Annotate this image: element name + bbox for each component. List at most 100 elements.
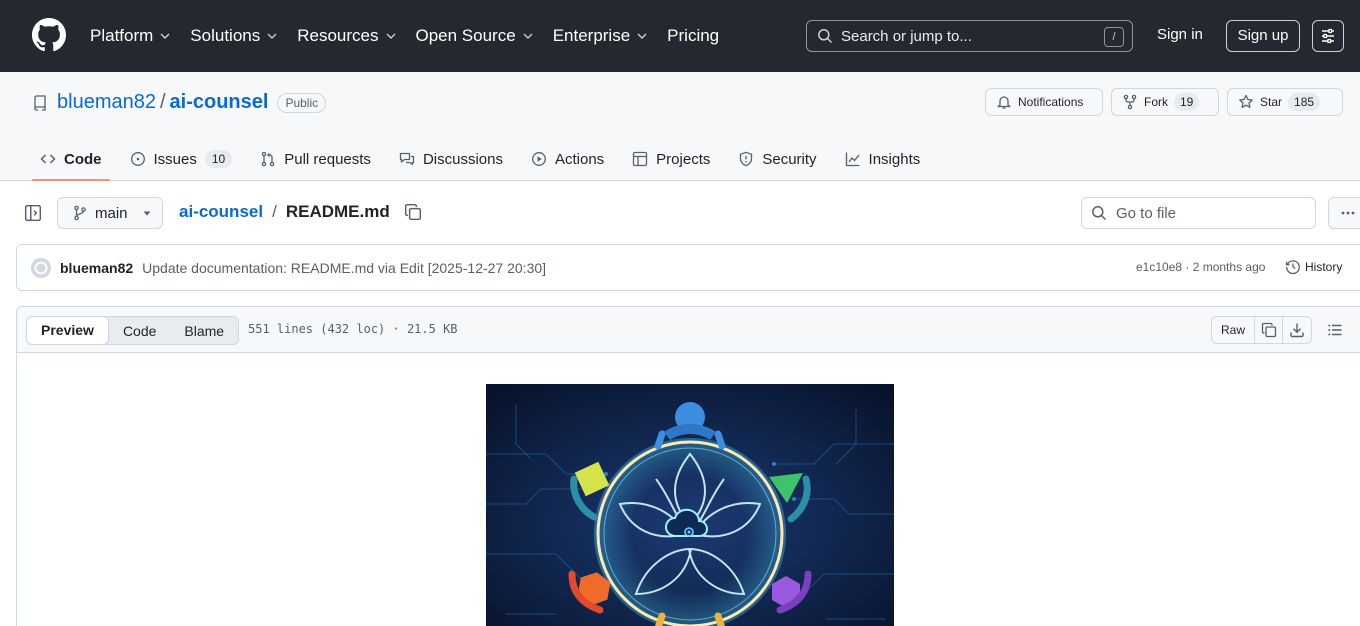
tab-discussions[interactable]: Discussions xyxy=(391,137,511,181)
code-icon xyxy=(40,154,56,164)
tab-label: Projects xyxy=(656,150,711,168)
nav-open-source[interactable]: Open Source xyxy=(416,26,534,46)
nav-solutions[interactable]: Solutions xyxy=(190,26,278,46)
tab-code[interactable]: Code xyxy=(32,137,110,181)
search-shortcut-key: / xyxy=(1104,27,1124,47)
tab-label: Insights xyxy=(868,150,921,168)
tab-label: Discussions xyxy=(422,150,503,168)
visibility-badge: Public xyxy=(277,92,327,113)
graph-icon xyxy=(845,152,860,167)
issues-count: 10 xyxy=(204,150,233,168)
nav-enterprise[interactable]: Enterprise xyxy=(553,26,648,46)
copy-icon[interactable] xyxy=(404,203,422,221)
tab-issues[interactable]: Issues 10 xyxy=(122,137,241,181)
repo-owner-link[interactable]: blueman82 xyxy=(57,91,156,114)
tab-insights[interactable]: Insights xyxy=(837,137,929,181)
tab-label: Actions xyxy=(554,150,605,168)
fork-icon xyxy=(1123,94,1137,110)
history-label: History xyxy=(1305,260,1343,274)
file-tree-toggle-button[interactable] xyxy=(17,197,49,229)
fork-button[interactable]: Fork 19 xyxy=(1111,88,1219,116)
chevron-down-icon xyxy=(386,33,395,39)
repo-path-separator: / xyxy=(159,91,166,113)
nav-resources[interactable]: Resources xyxy=(297,26,396,46)
file-viewer: Preview Code Blame 551 lines (432 loc) ·… xyxy=(16,306,1360,626)
star-icon xyxy=(1239,94,1253,108)
search-icon xyxy=(1092,206,1107,221)
github-logo-icon[interactable] xyxy=(32,18,66,52)
go-to-file-input[interactable]: Go to file xyxy=(1081,197,1316,229)
kebab-horizontal-icon xyxy=(1341,211,1355,215)
bell-icon xyxy=(996,96,1012,109)
chevron-down-icon xyxy=(637,33,647,39)
history-button[interactable]: History xyxy=(1285,259,1342,275)
file-stats: 551 lines (432 loc) · 21.5 KB xyxy=(248,322,458,336)
nav-label: Solutions xyxy=(190,26,261,45)
commit-meta[interactable]: e1c10e8 · 2 months ago xyxy=(1136,260,1265,274)
sliders-icon xyxy=(1322,28,1334,44)
commit-message-link[interactable]: Update documentation: README.md via Edit… xyxy=(142,260,546,276)
tab-actions[interactable]: Actions xyxy=(523,137,612,181)
latest-commit-box: blueman82 Update documentation: README.m… xyxy=(16,244,1360,291)
star-label: Star xyxy=(1260,95,1283,109)
nav-label: Open Source xyxy=(415,26,516,45)
star-button[interactable]: Star 185 xyxy=(1227,88,1343,116)
sign-in-link[interactable]: Sign in xyxy=(1157,26,1203,43)
git-branch-icon xyxy=(74,205,86,221)
chevron-down-icon xyxy=(523,33,533,39)
nav-platform[interactable]: Platform xyxy=(90,26,171,46)
breadcrumb-repo-link[interactable]: ai-counsel xyxy=(179,202,263,222)
repo-title: blueman82 / ai-counsel Public xyxy=(32,91,327,114)
nav-pricing[interactable]: Pricing xyxy=(667,26,719,46)
repo-actions: Notifications Fork 19 Star 185 xyxy=(985,88,1351,116)
breadcrumb-file-name: README.md xyxy=(285,202,390,221)
history-icon xyxy=(1285,260,1300,275)
appearance-settings-button[interactable] xyxy=(1312,20,1344,52)
nav-label: Pricing xyxy=(667,26,720,45)
repo-icon xyxy=(34,94,46,111)
view-mode-toggle: Preview Code Blame xyxy=(26,315,240,345)
outline-button[interactable] xyxy=(1321,316,1349,344)
tab-pull-requests[interactable]: Pull requests xyxy=(252,137,379,181)
nav-label: Platform xyxy=(90,26,154,45)
pull-request-icon xyxy=(261,151,275,167)
tab-label: Pull requests xyxy=(284,150,371,168)
repository-header: blueman82 / ai-counsel Public Notificati… xyxy=(0,72,1360,181)
fork-label: Fork xyxy=(1144,95,1168,109)
readme-hero-image xyxy=(486,384,894,626)
raw-button[interactable]: Raw xyxy=(1212,317,1256,343)
global-nav: Platform Solutions Resources Open Source… xyxy=(90,0,738,72)
global-header: Platform Solutions Resources Open Source… xyxy=(0,0,1360,72)
notifications-button[interactable]: Notifications xyxy=(985,88,1103,116)
caret-down-icon xyxy=(143,211,151,216)
tab-projects[interactable]: Projects xyxy=(624,137,718,181)
breadcrumb-separator: / xyxy=(272,202,277,221)
notifications-label: Notifications xyxy=(1018,95,1084,109)
avatar[interactable] xyxy=(31,257,51,278)
sign-up-button[interactable]: Sign up xyxy=(1226,20,1300,52)
repo-name-link[interactable]: ai-counsel xyxy=(170,91,269,114)
commit-author-link[interactable]: blueman82 xyxy=(60,260,133,276)
tab-security[interactable]: Security xyxy=(730,137,824,181)
search-placeholder: Search or jump to... xyxy=(841,27,972,45)
preview-mode-button[interactable]: Preview xyxy=(26,315,109,345)
global-search-input[interactable]: Search or jump to... / xyxy=(806,20,1133,52)
search-icon xyxy=(818,29,833,44)
branch-select-button[interactable]: main xyxy=(57,197,163,229)
download-raw-button[interactable] xyxy=(1283,317,1311,343)
more-options-button[interactable] xyxy=(1328,197,1360,229)
nav-label: Resources xyxy=(297,26,379,45)
raw-copy-download-group: Raw xyxy=(1211,316,1313,344)
tab-label: Code xyxy=(64,150,102,168)
code-mode-button[interactable]: Code xyxy=(109,317,170,344)
tab-label: Security xyxy=(762,150,817,168)
go-to-file-placeholder: Go to file xyxy=(1116,204,1177,222)
blame-mode-button[interactable]: Blame xyxy=(170,317,238,344)
issue-icon xyxy=(130,152,145,166)
discussions-icon xyxy=(399,152,415,166)
fork-count: 19 xyxy=(1174,93,1200,111)
repo-tabs: Code Issues 10 Pull requests Discussions… xyxy=(32,137,940,181)
file-breadcrumb: ai-counsel / README.md xyxy=(179,202,422,222)
copy-raw-button[interactable] xyxy=(1255,317,1284,343)
branch-name: main xyxy=(95,204,128,222)
